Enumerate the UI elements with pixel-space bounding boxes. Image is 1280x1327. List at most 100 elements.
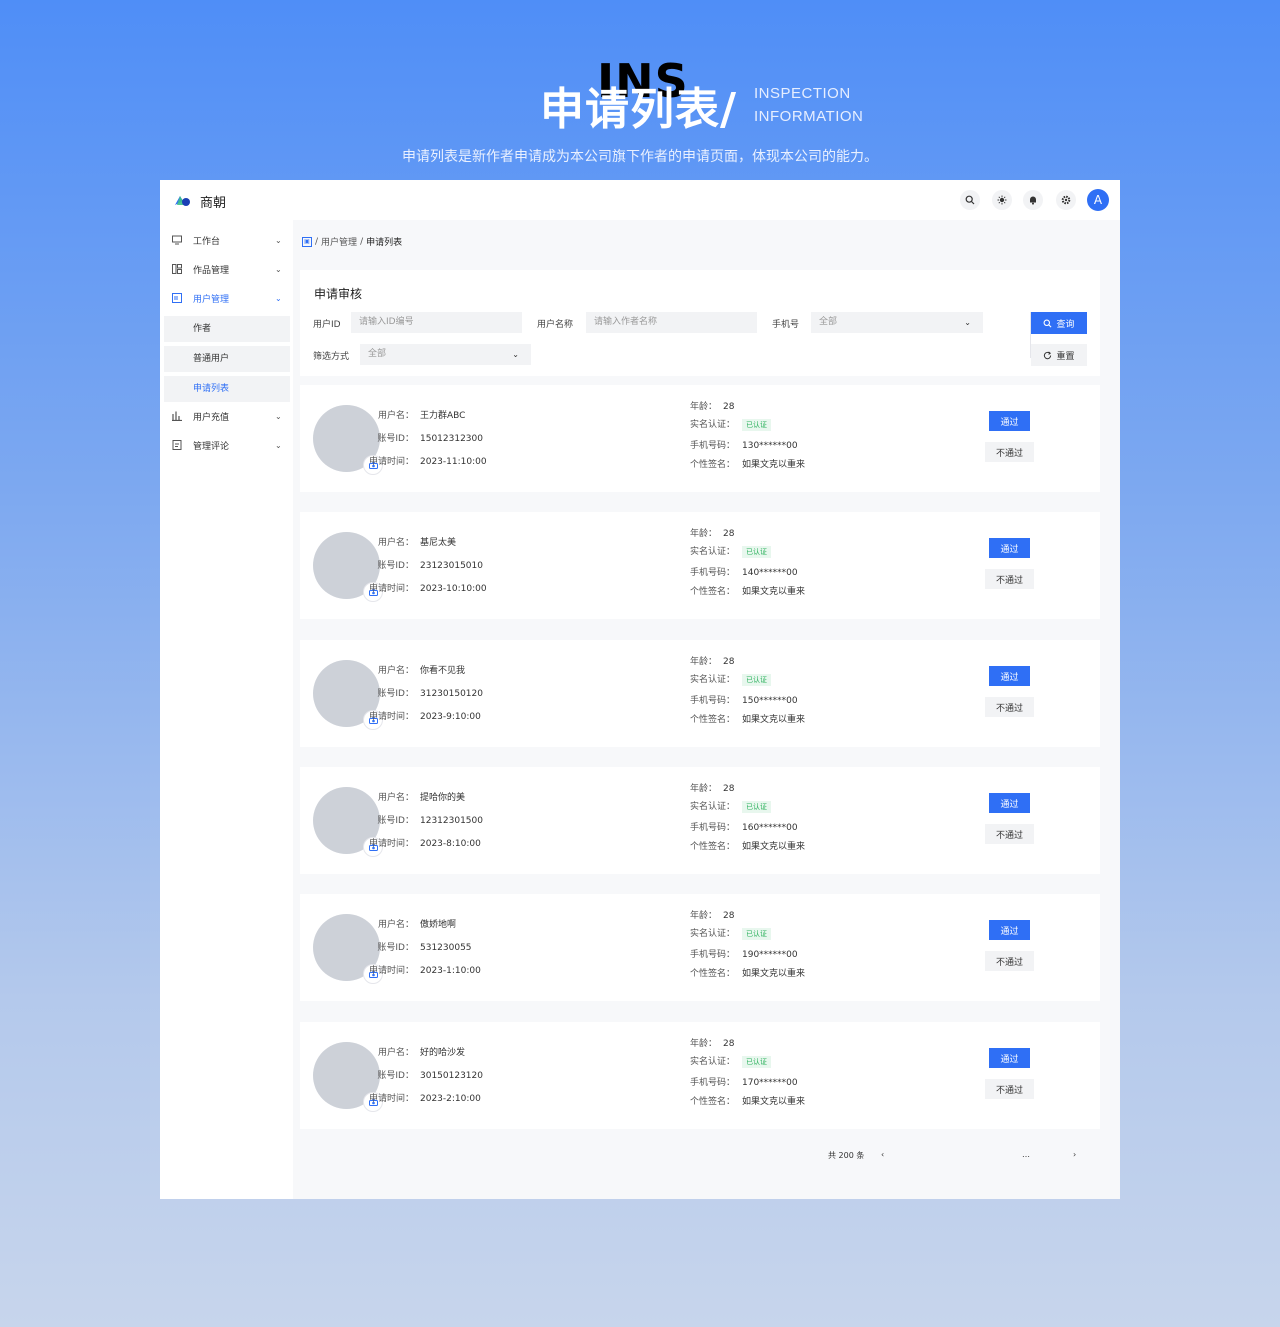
phone-label: 手机号码： bbox=[690, 950, 736, 960]
reject-button[interactable]: 不通过 bbox=[985, 569, 1034, 589]
phone-value: 160******00 bbox=[742, 823, 798, 833]
verified-badge: 已认证 bbox=[742, 674, 771, 686]
verify-row: 实名认证： 已认证 bbox=[690, 544, 771, 558]
search-icon[interactable] bbox=[960, 190, 980, 210]
sidebar-item-works[interactable]: 作品管理 ⌄ bbox=[160, 255, 293, 283]
bell-icon[interactable] bbox=[1023, 190, 1043, 210]
sidebar-subitem-application-list[interactable]: 申请列表 bbox=[164, 376, 290, 402]
phone-select-value: 全部 bbox=[819, 317, 838, 327]
verify-label: 实名认证： bbox=[690, 929, 736, 939]
user-avatar[interactable]: A bbox=[1087, 189, 1109, 211]
username-label: 用户名： bbox=[377, 1048, 414, 1058]
sidebar-item-label: 作品管理 bbox=[193, 265, 230, 276]
verified-badge: 已认证 bbox=[742, 1056, 771, 1068]
reset-button[interactable]: 重置 bbox=[1031, 344, 1087, 366]
breadcrumb-level1[interactable]: 用户管理 bbox=[321, 235, 357, 248]
approve-button[interactable]: 通过 bbox=[989, 538, 1030, 558]
home-icon[interactable]: ▣ bbox=[302, 236, 312, 247]
application-card: 用户名： 王力群ABC 账号ID： 15012312300 申请时间： 2023-11:1… bbox=[300, 385, 1100, 492]
phone-value: 140******00 bbox=[742, 568, 798, 578]
reject-button[interactable]: 不通过 bbox=[985, 824, 1034, 844]
username-value: 提哈你的美 bbox=[420, 793, 466, 803]
account-value: 31230150120 bbox=[420, 689, 483, 699]
user-name-input[interactable]: 请输入作者名称 bbox=[586, 312, 757, 333]
account-label: 账号ID： bbox=[377, 816, 414, 826]
filter-title: 申请审核 bbox=[314, 287, 363, 301]
sidebar-subitem-regular-user[interactable]: 普通用户 bbox=[164, 346, 290, 372]
verify-label: 实名认证： bbox=[690, 420, 736, 430]
chevron-up-icon: ⌄ bbox=[275, 293, 282, 303]
username-label: 用户名： bbox=[377, 411, 414, 421]
hero-title: 申请列表/ bbox=[540, 84, 738, 135]
reject-button[interactable]: 不通过 bbox=[985, 1079, 1034, 1099]
age-label: 年龄： bbox=[690, 402, 718, 412]
phone-select[interactable]: 全部 ⌄ bbox=[811, 312, 983, 333]
reject-button[interactable]: 不通过 bbox=[985, 697, 1034, 717]
apply-time-value: 2023-10:10:00 bbox=[420, 584, 487, 594]
sidebar-item-workbench[interactable]: 工作台 ⌄ bbox=[160, 226, 293, 254]
pagination-prev[interactable]: ‹ bbox=[881, 1150, 884, 1159]
pagination-ellipsis[interactable]: … bbox=[1022, 1150, 1030, 1159]
account-value: 12312301500 bbox=[420, 816, 483, 826]
pagination-next[interactable]: › bbox=[1073, 1150, 1076, 1159]
approve-button[interactable]: 通过 bbox=[989, 411, 1030, 431]
account-value: 15012312300 bbox=[420, 434, 483, 444]
account-label: 账号ID： bbox=[377, 1071, 414, 1081]
user-id-input[interactable]: 请输入ID编号 bbox=[351, 312, 522, 333]
hero-en-line1: INSPECTION bbox=[754, 85, 851, 102]
apply-time-row: 申请时间： 2023-8:10:00 bbox=[362, 836, 481, 849]
application-card: 用户名： 你看不见我 账号ID： 31230150120 申请时间： 2023-9:10:… bbox=[300, 640, 1100, 747]
approve-button[interactable]: 通过 bbox=[989, 666, 1030, 686]
hero-en-line2: INFORMATION bbox=[754, 108, 864, 125]
age-label: 年龄： bbox=[690, 1039, 718, 1049]
age-value: 28 bbox=[723, 911, 735, 921]
gear-icon[interactable] bbox=[1056, 190, 1076, 210]
sidebar-item-label: 用户充值 bbox=[193, 412, 230, 423]
signature-label: 个性签名： bbox=[690, 969, 736, 979]
username-row: 用户名： 提哈你的美 bbox=[362, 790, 465, 803]
sidebar-item-recharge[interactable]: 用户充值 ⌄ bbox=[160, 402, 293, 430]
signature-row: 个性签名： 如果文克以重来 bbox=[690, 457, 805, 470]
sun-icon[interactable] bbox=[992, 190, 1012, 210]
phone-label: 手机号码： bbox=[690, 441, 736, 451]
query-button[interactable]: 查询 bbox=[1031, 312, 1087, 334]
signature-label: 个性签名： bbox=[690, 842, 736, 852]
chevron-down-icon: ⌄ bbox=[275, 235, 282, 245]
hero-description: 申请列表是新作者申请成为本公司旗下作者的申请页面，体现本公司的能力。 bbox=[402, 149, 878, 165]
account-label: 账号ID： bbox=[377, 561, 414, 571]
refresh-icon bbox=[1044, 351, 1052, 359]
age-label: 年龄： bbox=[690, 529, 718, 539]
signature-label: 个性签名： bbox=[690, 1097, 736, 1107]
approve-button[interactable]: 通过 bbox=[989, 920, 1030, 940]
age-value: 28 bbox=[723, 657, 735, 667]
apply-time-value: 2023-1:10:00 bbox=[420, 966, 481, 976]
document-icon bbox=[172, 440, 182, 450]
user-manage-icon bbox=[172, 293, 182, 303]
signature-label: 个性签名： bbox=[690, 715, 736, 725]
sidebar-item-user-management[interactable]: 用户管理 ⌄ bbox=[160, 284, 293, 312]
username-row: 用户名： 王力群ABC bbox=[362, 408, 465, 421]
signature-value: 如果文克以重来 bbox=[742, 969, 806, 979]
sidebar-subitem-author[interactable]: 作者 bbox=[164, 316, 290, 342]
reject-button[interactable]: 不通过 bbox=[985, 951, 1034, 971]
sidebar-item-comments[interactable]: 管理评论 ⌄ bbox=[160, 431, 293, 459]
verify-row: 实名认证： 已认证 bbox=[690, 926, 771, 940]
filter-panel: 申请审核 用户ID 请输入ID编号 用户名称 请输入作者名称 手机号 全部 ⌄ … bbox=[300, 270, 1100, 376]
approve-button[interactable]: 通过 bbox=[989, 1048, 1030, 1068]
signature-row: 个性签名： 如果文克以重来 bbox=[690, 839, 805, 852]
reject-button[interactable]: 不通过 bbox=[985, 442, 1034, 462]
signature-label: 个性签名： bbox=[690, 460, 736, 470]
apply-time-row: 申请时间： 2023-11:10:00 bbox=[362, 454, 487, 467]
age-value: 28 bbox=[723, 402, 735, 412]
age-value: 28 bbox=[723, 529, 735, 539]
username-row: 用户名： 基尼太美 bbox=[362, 535, 456, 548]
sidebar: 工作台 ⌄ 作品管理 ⌄ 用户管理 ⌄ 作者 普通用户 申请列表 用户充值 ⌄ … bbox=[160, 220, 293, 1199]
account-row: 账号ID： 531230055 bbox=[362, 940, 471, 953]
phone-value: 130******00 bbox=[742, 441, 798, 451]
phone-value: 150******00 bbox=[742, 696, 798, 706]
approve-button[interactable]: 通过 bbox=[989, 793, 1030, 813]
sidebar-item-label: 工作台 bbox=[193, 236, 221, 247]
filter-mode-select[interactable]: 全部 ⌄ bbox=[360, 344, 531, 365]
signature-value: 如果文克以重来 bbox=[742, 587, 806, 597]
age-row: 年龄： 28 bbox=[690, 1036, 734, 1049]
